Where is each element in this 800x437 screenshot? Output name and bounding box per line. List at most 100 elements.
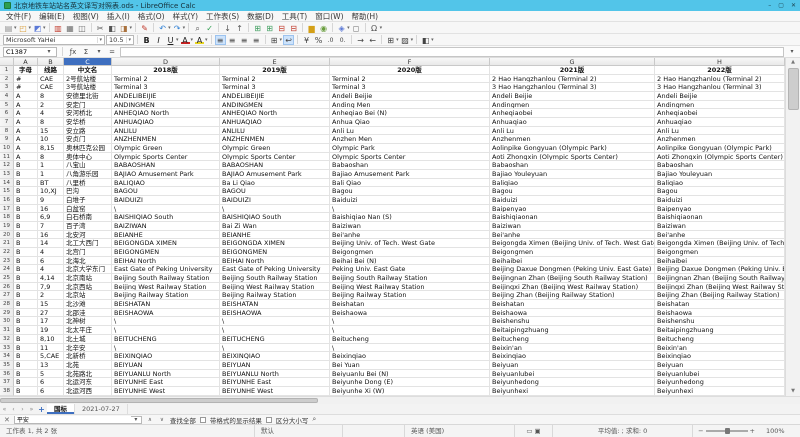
close-findbar-icon[interactable]: ✕ <box>4 416 10 424</box>
cell[interactable]: Bai Zi Wan <box>220 222 330 231</box>
increase-indent-icon[interactable]: → <box>355 35 366 45</box>
cell[interactable]: ANZHENMEN <box>112 135 220 144</box>
add-sheet-icon[interactable]: + <box>36 405 47 414</box>
delete-row-icon[interactable]: ⊟ <box>276 23 287 33</box>
cell[interactable]: 14 <box>38 239 64 248</box>
delete-column-icon[interactable]: ⊟ <box>288 23 299 33</box>
freeze-panes-icon[interactable]: ◈ <box>336 23 347 33</box>
cell[interactable]: 中文名 <box>64 66 112 75</box>
row-header-26[interactable]: 26 <box>0 283 14 292</box>
cell[interactable]: Baiziwan <box>490 222 655 231</box>
cell[interactable]: BABAOSHAN <box>220 161 330 170</box>
cell[interactable]: # <box>14 83 38 92</box>
cell[interactable]: Ba Li Qiao <box>220 179 330 188</box>
cell[interactable]: Anli Lu <box>655 127 785 136</box>
cell[interactable]: 5 <box>38 370 64 379</box>
cell[interactable]: Andingmen <box>490 101 655 110</box>
cell[interactable]: Baliqiao <box>655 179 785 188</box>
row-header-22[interactable]: 22 <box>0 248 14 257</box>
new-document-icon[interactable]: ▤ <box>3 23 14 33</box>
cell[interactable]: Olympic Sports Center <box>330 153 490 162</box>
clone-formatting-icon[interactable]: ✎ <box>139 23 150 33</box>
cell[interactable]: # <box>14 75 38 84</box>
cell[interactable]: Bei'anhe <box>655 231 785 240</box>
row-header-9[interactable]: 9 <box>0 135 14 144</box>
menu-item-1[interactable]: 编辑(E) <box>35 11 69 22</box>
cell[interactable]: CAE <box>38 83 64 92</box>
cell[interactable]: 北宫门 <box>64 248 112 257</box>
cell[interactable]: Beijing South Railway Station <box>330 274 490 283</box>
cell[interactable]: \ <box>220 317 330 326</box>
cell[interactable]: BAGOU <box>220 187 330 196</box>
column-header-A[interactable]: A <box>14 58 38 66</box>
cell[interactable]: 百子湾 <box>64 222 112 231</box>
menu-item-4[interactable]: 格式(O) <box>134 11 169 22</box>
chevron-down-icon[interactable]: ▾ <box>176 37 179 43</box>
cell[interactable]: 2 Hao Hangzhanlou (Terminal 2) <box>490 75 655 84</box>
insert-row-icon[interactable]: ⊞ <box>252 23 263 33</box>
insert-image-icon[interactable]: ◉ <box>318 23 329 33</box>
cell[interactable]: \ <box>112 317 220 326</box>
row-header-29[interactable]: 29 <box>0 309 14 318</box>
cell[interactable]: Beixin'an <box>655 344 785 353</box>
cell[interactable]: BEIYUNHE East <box>112 378 220 387</box>
cell[interactable]: Bajiao Amusement Park <box>330 170 490 179</box>
cell[interactable]: ANLILU <box>112 127 220 136</box>
cell[interactable]: ANDINGMEN <box>220 101 330 110</box>
cell[interactable]: BEITUCHENG <box>220 335 330 344</box>
cell[interactable]: 3号航站楼 <box>64 83 112 92</box>
row-header-30[interactable]: 30 <box>0 317 14 326</box>
cell[interactable]: B <box>14 309 38 318</box>
name-box[interactable]: ▾ <box>3 47 57 57</box>
cell[interactable]: 八宝山 <box>64 161 112 170</box>
chevron-down-icon[interactable]: ▾ <box>411 37 414 43</box>
cell[interactable]: Bagou <box>490 187 655 196</box>
cell[interactable]: ANHUAQIAO <box>112 118 220 127</box>
cell[interactable]: Terminal 3 <box>112 83 220 92</box>
cell[interactable]: A <box>14 92 38 101</box>
cell[interactable]: Beitaipingzhuang <box>655 326 785 335</box>
cell[interactable]: 6 <box>38 378 64 387</box>
cell[interactable]: Olympic Green <box>220 144 330 153</box>
cell[interactable]: 奥林匹克公园 <box>64 144 112 153</box>
row-header-14[interactable]: 14 <box>0 179 14 188</box>
cell[interactable]: Anheqiaobei <box>490 109 655 118</box>
align-center-icon[interactable]: ≡ <box>227 35 238 45</box>
cell[interactable]: Beijing West Railway Station <box>112 283 220 292</box>
cell[interactable]: B <box>14 283 38 292</box>
cell[interactable]: Baishiqiao Nan (S) <box>330 213 490 222</box>
row-header-32[interactable]: 32 <box>0 335 14 344</box>
cell[interactable]: BT <box>38 179 64 188</box>
cell[interactable]: 8 <box>38 153 64 162</box>
cell[interactable]: ANLILU <box>220 127 330 136</box>
sum-average-status[interactable]: 平均值: ; 求和: 0 <box>553 425 693 437</box>
column-header-D[interactable]: D <box>112 58 220 66</box>
cell[interactable]: BEIGONGMEN <box>112 248 220 257</box>
cell[interactable]: Baiduizi <box>330 196 490 205</box>
cell[interactable]: 2 Hao Hangzhanlou (Terminal 2) <box>655 75 785 84</box>
cell[interactable]: Beiyunhe Xi (W) <box>330 387 490 396</box>
insert-chart-icon[interactable]: ▆ <box>306 23 317 33</box>
chevron-down-icon[interactable]: ▾ <box>168 25 171 31</box>
cell[interactable]: B <box>14 265 38 274</box>
cell[interactable]: \ <box>220 344 330 353</box>
cell[interactable]: B <box>14 352 38 361</box>
row-header-36[interactable]: 36 <box>0 370 14 379</box>
row-header-17[interactable]: 17 <box>0 205 14 214</box>
zoom-thumb[interactable] <box>725 428 730 434</box>
cell[interactable]: Beijing Railway Station <box>330 291 490 300</box>
column-header-E[interactable]: E <box>220 58 330 66</box>
cell[interactable]: Beijing South Railway Station <box>220 274 330 283</box>
scroll-up-icon[interactable]: ▲ <box>786 58 800 67</box>
cell[interactable]: B <box>14 344 38 353</box>
cell[interactable]: Aoti Zhongxin (Olympic Sports Center) <box>490 153 655 162</box>
cell[interactable]: BEIYUANLU North <box>112 370 220 379</box>
conditional-formatting-icon[interactable]: ◧ <box>420 35 431 45</box>
copy-icon[interactable]: ◧ <box>107 23 118 33</box>
row-header-28[interactable]: 28 <box>0 300 14 309</box>
cell[interactable]: \ <box>112 205 220 214</box>
cell[interactable]: BEIYUNHE West <box>112 387 220 396</box>
menu-item-0[interactable]: 文件(F) <box>2 11 35 22</box>
cell[interactable]: BEIYUAN <box>220 361 330 370</box>
column-header-C[interactable]: C <box>64 58 112 66</box>
